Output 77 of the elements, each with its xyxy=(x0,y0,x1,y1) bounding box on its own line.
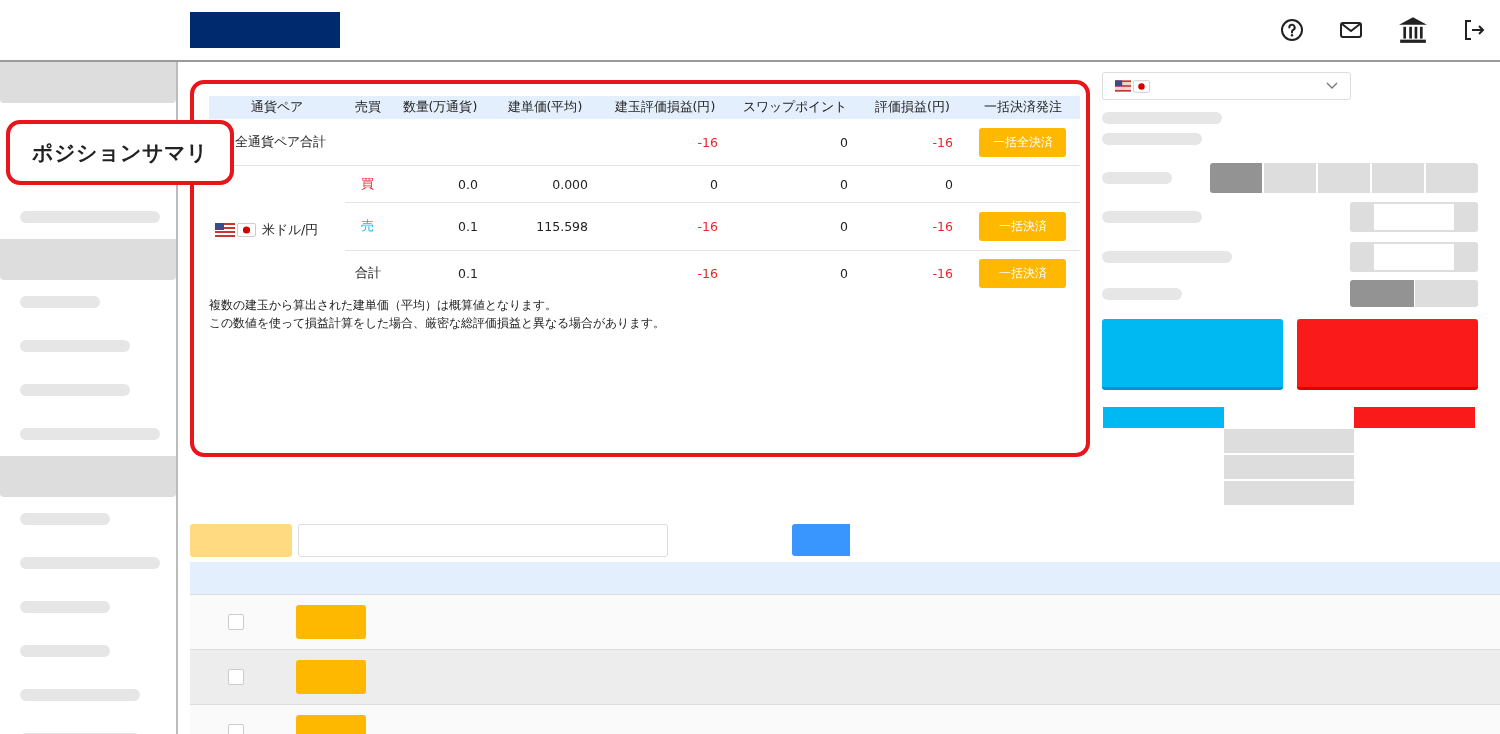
filter-button[interactable] xyxy=(190,523,292,557)
toggle-option[interactable] xyxy=(1414,280,1478,307)
japan-flag-icon xyxy=(237,223,256,238)
menu-section-header[interactable] xyxy=(0,62,176,103)
column-header: 建単価(平均) xyxy=(507,99,583,114)
placeholder-bar[interactable] xyxy=(20,557,160,569)
table-cell: -16 xyxy=(697,134,718,150)
placeholder-bar[interactable] xyxy=(20,513,110,525)
table-cell: 0.000 xyxy=(552,176,588,192)
table-cell: 0 xyxy=(840,176,848,192)
table-cell: -16 xyxy=(932,219,953,234)
table-cell: 115.598 xyxy=(536,219,588,234)
logout-icon[interactable] xyxy=(1462,18,1486,42)
currency-pair-dropdown[interactable] xyxy=(1102,72,1351,100)
placeholder-bar xyxy=(1102,172,1172,184)
row-label: 全通貨ペア合計 xyxy=(234,133,326,149)
table-cell: -16 xyxy=(697,266,718,281)
lot-segment[interactable] xyxy=(1318,163,1370,193)
us-flag-icon xyxy=(215,223,235,238)
table-cell: 0.1 xyxy=(458,219,478,234)
checkbox[interactable] xyxy=(228,614,244,630)
table-cell: 0 xyxy=(840,266,848,281)
buy-button[interactable] xyxy=(1102,319,1283,390)
table-cell: 0.1 xyxy=(458,266,478,281)
note-text: この数値を使って損益計算をした場合、厳密な総評価損益と異なる場合があります。 xyxy=(209,315,666,332)
table-cell: -16 xyxy=(932,134,953,150)
checkbox[interactable] xyxy=(228,669,244,685)
close-button[interactable] xyxy=(296,605,366,639)
column-header: 建玉評価損益(円) xyxy=(614,99,716,114)
column-header: 売買 xyxy=(354,99,381,114)
table-cell: 0 xyxy=(710,176,718,192)
close-pair-button[interactable]: 一括決済 xyxy=(979,259,1066,288)
table-cell: 0.0 xyxy=(458,176,478,192)
side-label: 買 xyxy=(361,175,374,191)
help-icon[interactable] xyxy=(1280,18,1304,42)
chevron-down-icon xyxy=(1326,82,1338,90)
lot-segment[interactable] xyxy=(1264,163,1316,193)
close-button[interactable] xyxy=(296,660,366,694)
placeholder-bar[interactable] xyxy=(20,384,130,396)
side-label: 合計 xyxy=(354,265,381,280)
lot-segment[interactable] xyxy=(1210,163,1262,193)
note-text: 複数の建玉から算出された建単価（平均）は概算値となります。 xyxy=(209,297,558,314)
sell-button[interactable] xyxy=(1297,319,1478,390)
toggle-option[interactable] xyxy=(1350,280,1414,307)
placeholder-bar[interactable] xyxy=(20,296,100,308)
number-stepper[interactable] xyxy=(1350,242,1478,272)
table-cell: 0 xyxy=(945,176,953,192)
currency-pair-name: 米ドル/円 xyxy=(262,221,319,239)
us-flag-icon xyxy=(1115,80,1131,92)
table-cell: 0 xyxy=(840,219,848,234)
table-cell: -16 xyxy=(932,266,953,281)
column-header: 評価損益(円) xyxy=(875,99,950,114)
table-cell: -16 xyxy=(697,219,718,234)
close-pair-button[interactable]: 一括決済 xyxy=(979,212,1066,241)
search-field[interactable] xyxy=(298,523,668,557)
placeholder-bar[interactable] xyxy=(20,689,140,701)
number-stepper[interactable] xyxy=(1350,202,1478,232)
menu-section-header[interactable] xyxy=(0,456,176,497)
bank-icon[interactable] xyxy=(1398,16,1428,44)
apply-button[interactable] xyxy=(792,524,850,556)
column-header: 数量(万通貨) xyxy=(402,99,478,114)
menu-section-header[interactable] xyxy=(0,239,176,280)
placeholder-bar[interactable] xyxy=(20,340,130,352)
placeholder-bar[interactable] xyxy=(20,601,110,613)
lot-segment[interactable] xyxy=(1426,163,1478,193)
placeholder-bar[interactable] xyxy=(20,428,160,440)
column-header: 一括決済発注 xyxy=(983,99,1062,114)
table-cell: 0 xyxy=(840,134,848,150)
callout-label: ポジションサマリ xyxy=(6,120,234,185)
side-label: 売 xyxy=(361,218,374,233)
close-all-button[interactable]: 一括全決済 xyxy=(979,127,1066,157)
japan-flag-icon xyxy=(1133,79,1150,93)
lot-segment[interactable] xyxy=(1372,163,1424,193)
column-header: スワップポイント xyxy=(743,99,847,114)
column-header: 通貨ペア xyxy=(251,99,303,114)
placeholder-bar[interactable] xyxy=(20,211,160,223)
placeholder-bar[interactable] xyxy=(20,645,110,657)
